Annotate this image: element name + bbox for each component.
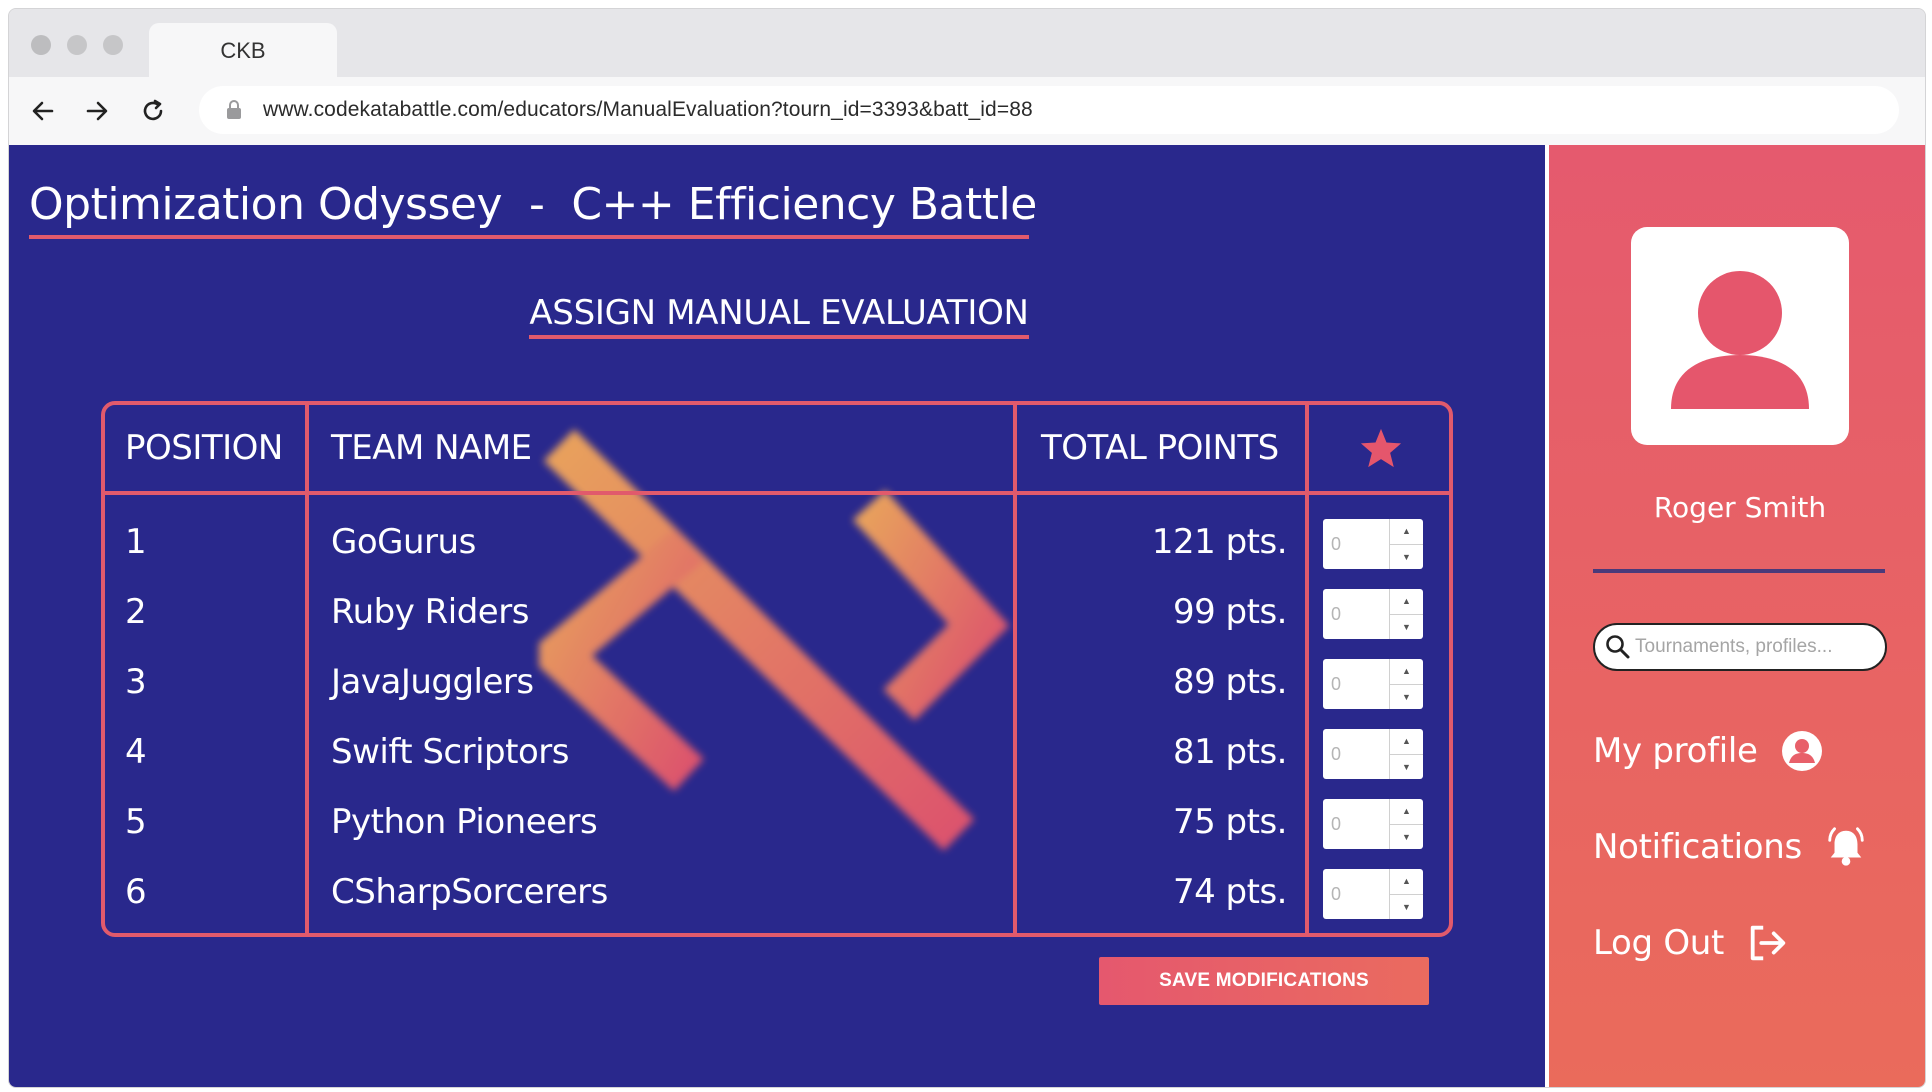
- manual-score-stepper[interactable]: 0 ▲ ▼: [1323, 589, 1423, 639]
- close-window-button[interactable]: [31, 35, 51, 55]
- position-cell: 2: [125, 592, 147, 632]
- team-name-cell: Swift Scriptors: [331, 732, 569, 772]
- table-row: 1 GoGurus 121 pts. 0 ▲ ▼: [105, 507, 1449, 577]
- avatar[interactable]: [1631, 227, 1849, 445]
- nav-label: My profile: [1593, 731, 1758, 771]
- logout-icon: [1746, 921, 1790, 965]
- maximize-window-button[interactable]: [103, 35, 123, 55]
- url-bar[interactable]: www.codekatabattle.com/educators/ManualE…: [199, 86, 1899, 134]
- browser-window: CKB www.codekatabattle.com/educators/Man…: [8, 8, 1926, 1088]
- team-name-cell: Python Pioneers: [331, 802, 598, 842]
- decrement-arrow-icon[interactable]: ▼: [1390, 545, 1423, 570]
- points-cell: 121 pts.: [1151, 522, 1288, 562]
- table-row: 4 Swift Scriptors 81 pts. 0 ▲ ▼: [105, 717, 1449, 787]
- address-row: www.codekatabattle.com/educators/ManualE…: [9, 77, 1925, 145]
- increment-arrow-icon[interactable]: ▲: [1390, 589, 1423, 615]
- section-title: ASSIGN MANUAL EVALUATION: [529, 293, 1029, 339]
- decrement-arrow-icon[interactable]: ▼: [1390, 895, 1423, 920]
- tab-title: CKB: [220, 38, 266, 63]
- sidebar: Roger Smith My profile Notifications Log…: [1545, 145, 1925, 1087]
- manual-score-input[interactable]: 0: [1323, 869, 1389, 919]
- column-header-total-points: TOTAL POINTS: [1041, 428, 1279, 468]
- bell-icon: [1824, 825, 1868, 869]
- points-cell: 99 pts.: [1172, 592, 1288, 632]
- table-row: 3 JavaJugglers 89 pts. 0 ▲ ▼: [105, 647, 1449, 717]
- star-icon: [1360, 428, 1402, 468]
- main-content: Optimization Odyssey - C++ Efficiency Ba…: [9, 145, 1545, 1087]
- points-cell: 89 pts.: [1172, 662, 1288, 702]
- nav-label: Notifications: [1593, 827, 1802, 867]
- manual-score-input[interactable]: 0: [1323, 799, 1389, 849]
- manual-score-stepper[interactable]: 0 ▲ ▼: [1323, 799, 1423, 849]
- position-cell: 3: [125, 662, 147, 702]
- ranking-table: POSITION TEAM NAME TOTAL POINTS 1 GoGuru…: [101, 401, 1453, 937]
- nav-notifications[interactable]: Notifications: [1593, 817, 1868, 877]
- tab-bar: CKB: [9, 9, 1925, 79]
- manual-score-stepper[interactable]: 0 ▲ ▼: [1323, 869, 1423, 919]
- team-name-cell: JavaJugglers: [331, 662, 534, 702]
- manual-score-input[interactable]: 0: [1323, 589, 1389, 639]
- decrement-arrow-icon[interactable]: ▼: [1390, 615, 1423, 640]
- reload-icon[interactable]: [137, 95, 169, 127]
- back-arrow-icon[interactable]: [27, 95, 59, 127]
- table-row: 5 Python Pioneers 75 pts. 0 ▲ ▼: [105, 787, 1449, 857]
- manual-score-stepper[interactable]: 0 ▲ ▼: [1323, 659, 1423, 709]
- table-row: 2 Ruby Riders 99 pts. 0 ▲ ▼: [105, 577, 1449, 647]
- decrement-arrow-icon[interactable]: ▼: [1390, 825, 1423, 850]
- decrement-arrow-icon[interactable]: ▼: [1390, 755, 1423, 780]
- manual-score-stepper[interactable]: 0 ▲ ▼: [1323, 519, 1423, 569]
- increment-arrow-icon[interactable]: ▲: [1390, 519, 1423, 545]
- url-text: www.codekatabattle.com/educators/ManualE…: [263, 98, 1033, 121]
- nav-log-out[interactable]: Log Out: [1593, 913, 1790, 973]
- increment-arrow-icon[interactable]: ▲: [1390, 869, 1423, 895]
- points-cell: 75 pts.: [1172, 802, 1288, 842]
- increment-arrow-icon[interactable]: ▲: [1390, 659, 1423, 685]
- manual-score-input[interactable]: 0: [1323, 519, 1389, 569]
- search-icon: [1606, 635, 1630, 659]
- browser-tab[interactable]: CKB: [149, 23, 337, 79]
- points-cell: 81 pts.: [1172, 732, 1288, 772]
- nav-label: Log Out: [1593, 923, 1725, 963]
- team-name-cell: GoGurus: [331, 522, 476, 562]
- lock-icon: [223, 99, 245, 121]
- user-avatar-icon: [1671, 271, 1809, 409]
- manual-score-input[interactable]: 0: [1323, 729, 1389, 779]
- increment-arrow-icon[interactable]: ▲: [1390, 799, 1423, 825]
- column-header-manual: [1309, 405, 1453, 491]
- team-name-cell: Ruby Riders: [331, 592, 529, 632]
- increment-arrow-icon[interactable]: ▲: [1390, 729, 1423, 755]
- search-input[interactable]: [1635, 636, 1865, 658]
- minimize-window-button[interactable]: [67, 35, 87, 55]
- table-row: 6 CSharpSorcerers 74 pts. 0 ▲ ▼: [105, 857, 1449, 927]
- divider: [1593, 569, 1885, 573]
- user-name: Roger Smith: [1653, 491, 1827, 524]
- user-circle-icon: [1780, 729, 1824, 773]
- decrement-arrow-icon[interactable]: ▼: [1390, 685, 1423, 710]
- manual-score-input[interactable]: 0: [1323, 659, 1389, 709]
- team-name-cell: CSharpSorcerers: [331, 872, 608, 912]
- save-modifications-button[interactable]: SAVE MODIFICATIONS: [1099, 957, 1429, 1005]
- position-cell: 4: [125, 732, 147, 772]
- search-box[interactable]: [1593, 623, 1887, 671]
- column-header-position: POSITION: [125, 428, 283, 468]
- position-cell: 1: [125, 522, 147, 562]
- page-title: Optimization Odyssey - C++ Efficiency Ba…: [29, 178, 1037, 230]
- position-cell: 6: [125, 872, 147, 912]
- position-cell: 5: [125, 802, 147, 842]
- page-header: Optimization Odyssey - C++ Efficiency Ba…: [29, 173, 1037, 239]
- nav-my-profile[interactable]: My profile: [1593, 721, 1824, 781]
- column-header-team-name: TEAM NAME: [331, 428, 532, 468]
- forward-arrow-icon[interactable]: [81, 95, 113, 127]
- manual-score-stepper[interactable]: 0 ▲ ▼: [1323, 729, 1423, 779]
- points-cell: 74 pts.: [1172, 872, 1288, 912]
